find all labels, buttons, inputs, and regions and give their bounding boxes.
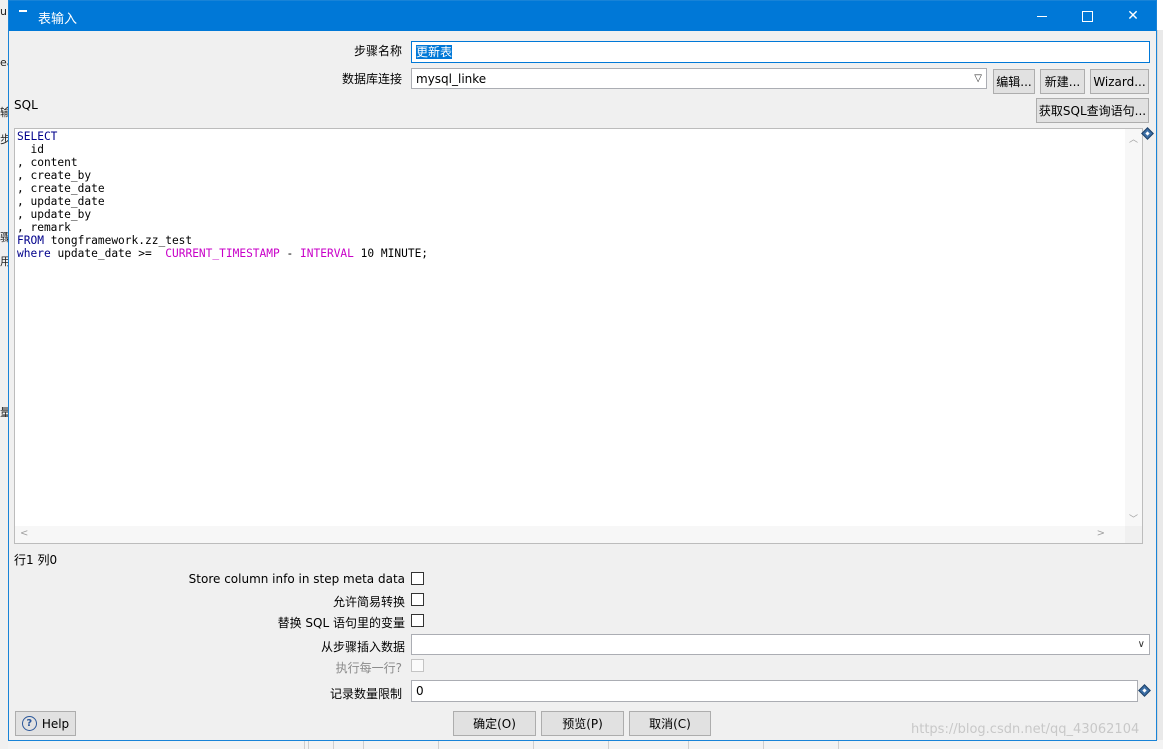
wizard-button[interactable]: Wizard... bbox=[1090, 69, 1149, 94]
variable-icon bbox=[1138, 684, 1151, 697]
help-button[interactable]: ? Help bbox=[15, 711, 76, 736]
lazy-conversion-label: 允许简易转换 bbox=[332, 595, 405, 609]
scroll-right-icon[interactable]: > bbox=[1097, 528, 1105, 539]
sql-line: , create_date bbox=[17, 182, 105, 195]
sql-line: id bbox=[17, 143, 44, 156]
db-connection-select[interactable]: mysql_linke ▽ bbox=[411, 68, 987, 89]
sql-label: SQL bbox=[14, 98, 38, 112]
variable-icon bbox=[1141, 127, 1154, 140]
limit-value: 0 bbox=[416, 684, 424, 698]
sql-from-line: FROM tongframework.zz_test bbox=[17, 234, 193, 247]
help-button-label: Help bbox=[41, 716, 70, 731]
cursor-position: 行1 列0 bbox=[14, 553, 58, 567]
cancel-button[interactable]: 取消(C) bbox=[629, 711, 711, 736]
edit-connection-button[interactable]: 编辑... bbox=[993, 69, 1035, 94]
watermark: https://blog.csdn.net/qq_43062104 bbox=[911, 722, 1140, 737]
store-column-info-label: Store column info in step meta data bbox=[188, 572, 405, 586]
maximize-icon bbox=[1081, 10, 1093, 22]
preview-button[interactable]: 预览(P) bbox=[541, 711, 624, 736]
maximize-button[interactable] bbox=[1064, 1, 1110, 31]
window-title: 表输入 bbox=[38, 12, 78, 27]
sql-where-line: where update_date >= CURRENT_TIMESTAMP -… bbox=[17, 247, 429, 260]
scroll-corner bbox=[1125, 526, 1142, 543]
sql-code: SELECT id , content , create_by , create… bbox=[17, 130, 428, 260]
sql-horizontal-scrollbar[interactable]: < > bbox=[15, 526, 1125, 543]
step-name-label: 步骤名称 bbox=[353, 44, 402, 58]
execute-each-row-checkbox bbox=[411, 659, 424, 672]
lazy-conversion-checkbox[interactable] bbox=[411, 593, 424, 606]
minimize-icon bbox=[1037, 15, 1047, 17]
scroll-left-icon[interactable]: < bbox=[20, 528, 28, 539]
title-bar[interactable]: 表输入 ✕ bbox=[9, 1, 1156, 31]
scroll-up-icon[interactable]: ︿ bbox=[1129, 132, 1138, 145]
sql-line: , update_date bbox=[17, 195, 105, 208]
sql-vertical-scrollbar[interactable]: ︿ ﹀ bbox=[1125, 129, 1142, 527]
sql-line: , content bbox=[17, 156, 78, 169]
ok-button[interactable]: 确定(O) bbox=[453, 711, 536, 736]
limit-input[interactable]: 0 bbox=[411, 680, 1138, 702]
replace-variables-checkbox[interactable] bbox=[411, 614, 424, 627]
insert-from-step-select[interactable]: ∨ bbox=[411, 634, 1150, 655]
minimize-button[interactable] bbox=[1019, 1, 1065, 31]
store-column-info-checkbox[interactable] bbox=[411, 572, 424, 585]
step-name-value: 更新表 bbox=[416, 45, 453, 59]
replace-variables-label: 替换 SQL 语句里的变量 bbox=[277, 616, 405, 630]
new-connection-button[interactable]: 新建... bbox=[1040, 69, 1085, 94]
close-button[interactable]: ✕ bbox=[1110, 1, 1156, 31]
step-name-input[interactable]: 更新表 bbox=[411, 41, 1150, 63]
insert-from-step-label: 从步骤插入数据 bbox=[320, 640, 405, 654]
get-sql-button[interactable]: 获取SQL查询语句... bbox=[1036, 98, 1149, 123]
window-menu-icon[interactable] bbox=[19, 10, 27, 12]
execute-each-row-label: 执行每一行? bbox=[335, 661, 402, 675]
sql-line: , update_by bbox=[17, 208, 92, 221]
close-icon: ✕ bbox=[1127, 8, 1139, 24]
sql-line: , remark bbox=[17, 221, 71, 234]
chevron-down-icon: ∨ bbox=[1137, 639, 1145, 650]
db-connection-value: mysql_linke bbox=[416, 72, 487, 86]
help-icon: ? bbox=[21, 716, 37, 731]
sql-line: , create_by bbox=[17, 169, 92, 182]
background-app-edge bbox=[1157, 30, 1163, 749]
table-input-dialog: 表输入 ✕ 步骤名称 更新表 数据库连接 mysql_linke ▽ 编辑...… bbox=[8, 0, 1157, 741]
background-table-strip bbox=[8, 740, 1163, 749]
sql-editor[interactable]: SELECT id , content , create_by , create… bbox=[14, 128, 1143, 544]
sql-keyword: SELECT bbox=[17, 130, 58, 143]
db-connection-label: 数据库连接 bbox=[341, 72, 402, 86]
chevron-down-icon: ▽ bbox=[974, 73, 982, 84]
scroll-down-icon[interactable]: ﹀ bbox=[1129, 512, 1138, 525]
limit-label: 记录数量限制 bbox=[329, 687, 402, 701]
background-text: u bbox=[0, 5, 7, 18]
